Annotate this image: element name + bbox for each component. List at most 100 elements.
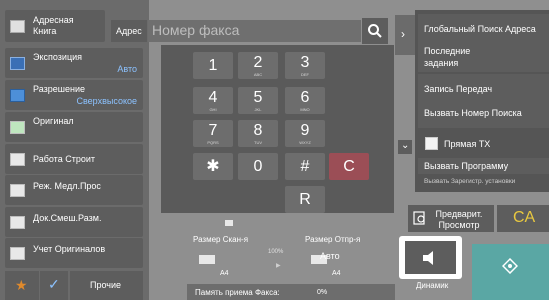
key-1[interactable]: 1 xyxy=(193,52,233,79)
exposure-label: Экспозиция xyxy=(33,52,82,62)
chevron-down-icon: ⌄ xyxy=(401,140,410,151)
resolution-icon xyxy=(10,89,25,102)
preview-icon xyxy=(413,211,425,225)
key-9-letters: WXYZ xyxy=(299,140,311,145)
key-clear-digit: C xyxy=(343,158,355,175)
collapse-arrow-button[interactable]: ⌄ xyxy=(398,140,412,154)
key-0-digit: 0 xyxy=(253,158,263,175)
key-2[interactable]: 2 ABC xyxy=(238,52,278,79)
key-hash[interactable]: # xyxy=(285,153,325,180)
address-book-button[interactable]: Адресная Книга xyxy=(5,10,105,42)
exposure-icon xyxy=(10,57,25,70)
key-4-letters: GHI xyxy=(209,107,217,112)
scan-paper-value: A4 xyxy=(220,270,229,277)
search-button[interactable] xyxy=(362,18,388,44)
address-book-icon xyxy=(10,20,25,33)
start-button[interactable] xyxy=(472,244,549,300)
favorite-button[interactable]: ★ xyxy=(5,271,39,300)
originals-count-icon xyxy=(10,247,25,260)
send-size-label: Размер Отпр-я xyxy=(305,235,361,244)
fax-number-placeholder: Номер факса xyxy=(152,22,240,38)
recent-jobs-item[interactable]: Последние задания xyxy=(418,42,549,72)
key-5[interactable]: 5 JKL xyxy=(238,87,278,114)
job-build-button[interactable]: Работа Строит xyxy=(5,144,143,174)
direct-tx-checkbox[interactable] xyxy=(425,137,438,150)
key-2-letters: ABC xyxy=(253,72,263,77)
key-clear[interactable]: C xyxy=(329,153,369,180)
key-8-letters: TUV xyxy=(254,140,262,145)
others-label: Прочие xyxy=(90,280,122,290)
size-info-panel xyxy=(187,222,395,276)
call-program-item[interactable]: Вызвать Программу xyxy=(418,158,549,174)
check-button[interactable]: ✓ xyxy=(40,271,68,300)
key-6-letters: MNO xyxy=(300,107,310,112)
slow-scan-button[interactable]: Реж. Медл.Прос xyxy=(5,175,143,205)
key-redial[interactable]: R xyxy=(285,186,325,213)
star-icon: ★ xyxy=(15,277,28,293)
speaker-label: Динамик xyxy=(416,281,449,290)
ca-button[interactable]: CA xyxy=(497,205,549,232)
call-registered-label[interactable]: Вызвать Зарегистр. установки xyxy=(424,178,515,185)
key-5-letters: JKL xyxy=(254,107,262,112)
key-9-digit: 9 xyxy=(300,122,310,139)
job-build-icon xyxy=(10,153,25,166)
chevron-right-icon: › xyxy=(401,27,405,41)
ratio-value: 100% xyxy=(268,249,284,255)
call-program-label: Вызвать Программу xyxy=(424,161,509,171)
key-1-digit: 1 xyxy=(208,57,218,74)
slow-scan-icon xyxy=(10,184,25,197)
memory-value: 0% xyxy=(317,289,328,296)
key-3[interactable]: 3 DEF xyxy=(285,52,325,79)
resolution-label: Разрешение xyxy=(33,84,85,94)
speaker-button[interactable] xyxy=(399,236,462,279)
record-transmission-label: Запись Передач xyxy=(424,84,493,94)
global-search-item[interactable]: Глобальный Поиск Адреса xyxy=(418,14,549,44)
start-diamond-icon xyxy=(502,258,518,274)
scan-size-label: Размер Скан-я xyxy=(193,235,249,244)
key-star-digit: ✱ xyxy=(206,158,220,175)
key-2-digit: 2 xyxy=(253,54,263,71)
mixed-size-icon xyxy=(10,216,25,229)
original-label: Оригинал xyxy=(33,116,74,126)
others-button[interactable]: Прочие xyxy=(70,271,143,300)
key-0[interactable]: 0 xyxy=(238,153,278,180)
send-mode-value: Авто xyxy=(320,251,340,261)
key-hash-digit: # xyxy=(300,158,310,175)
resolution-value: Сверхвысокое xyxy=(76,96,138,106)
speaker-button-inner xyxy=(405,241,456,274)
scan-paper-icon xyxy=(199,255,215,264)
memory-bar: Память приема Факса: 0% xyxy=(187,284,395,300)
original-icon xyxy=(10,121,25,134)
key-8[interactable]: 8 TUV xyxy=(238,120,278,147)
key-9[interactable]: 9 WXYZ xyxy=(285,120,325,147)
key-8-digit: 8 xyxy=(253,122,263,139)
call-search-item[interactable]: Вызвать Номер Поиска xyxy=(418,98,549,128)
key-redial-digit: R xyxy=(299,191,311,208)
resolution-button[interactable]: Разрешение Сверхвысокое xyxy=(5,80,143,110)
key-star[interactable]: ✱ xyxy=(193,153,233,180)
fax-number-field[interactable]: Номер факса xyxy=(148,20,361,42)
originals-count-label: Учет Оригиналов xyxy=(33,244,106,254)
key-4[interactable]: 4 GHI xyxy=(193,87,233,114)
key-7[interactable]: 7 PQRS xyxy=(193,120,233,147)
originals-count-button[interactable]: Учет Оригиналов xyxy=(5,238,143,268)
slow-scan-label: Реж. Медл.Прос xyxy=(33,181,101,191)
recent-jobs-label: Последние задания xyxy=(424,46,471,68)
preview-button[interactable]: Предварит. Просмотр xyxy=(408,205,494,232)
key-5-digit: 5 xyxy=(253,89,263,106)
call-search-label: Вызвать Номер Поиска xyxy=(424,108,522,118)
ratio-arrow-icon: ▶ xyxy=(276,263,281,269)
preview-label: Предварит. Просмотр xyxy=(435,209,483,230)
memory-label: Память приема Факса: xyxy=(195,288,280,297)
mixed-size-button[interactable]: Док.Смеш.Разм. xyxy=(5,207,143,237)
exposure-button[interactable]: Экспозиция Авто xyxy=(5,48,143,78)
address-label-box: Адрес xyxy=(111,20,147,42)
address-label: Адрес xyxy=(116,26,142,36)
mixed-size-label: Док.Смеш.Разм. xyxy=(33,213,102,223)
original-button[interactable]: Оригинал xyxy=(5,112,143,142)
collapse-menu-button[interactable]: › xyxy=(395,15,415,55)
key-6-digit: 6 xyxy=(300,89,310,106)
key-4-digit: 4 xyxy=(208,89,218,106)
key-6[interactable]: 6 MNO xyxy=(285,87,325,114)
checkmark-icon: ✓ xyxy=(48,276,60,292)
